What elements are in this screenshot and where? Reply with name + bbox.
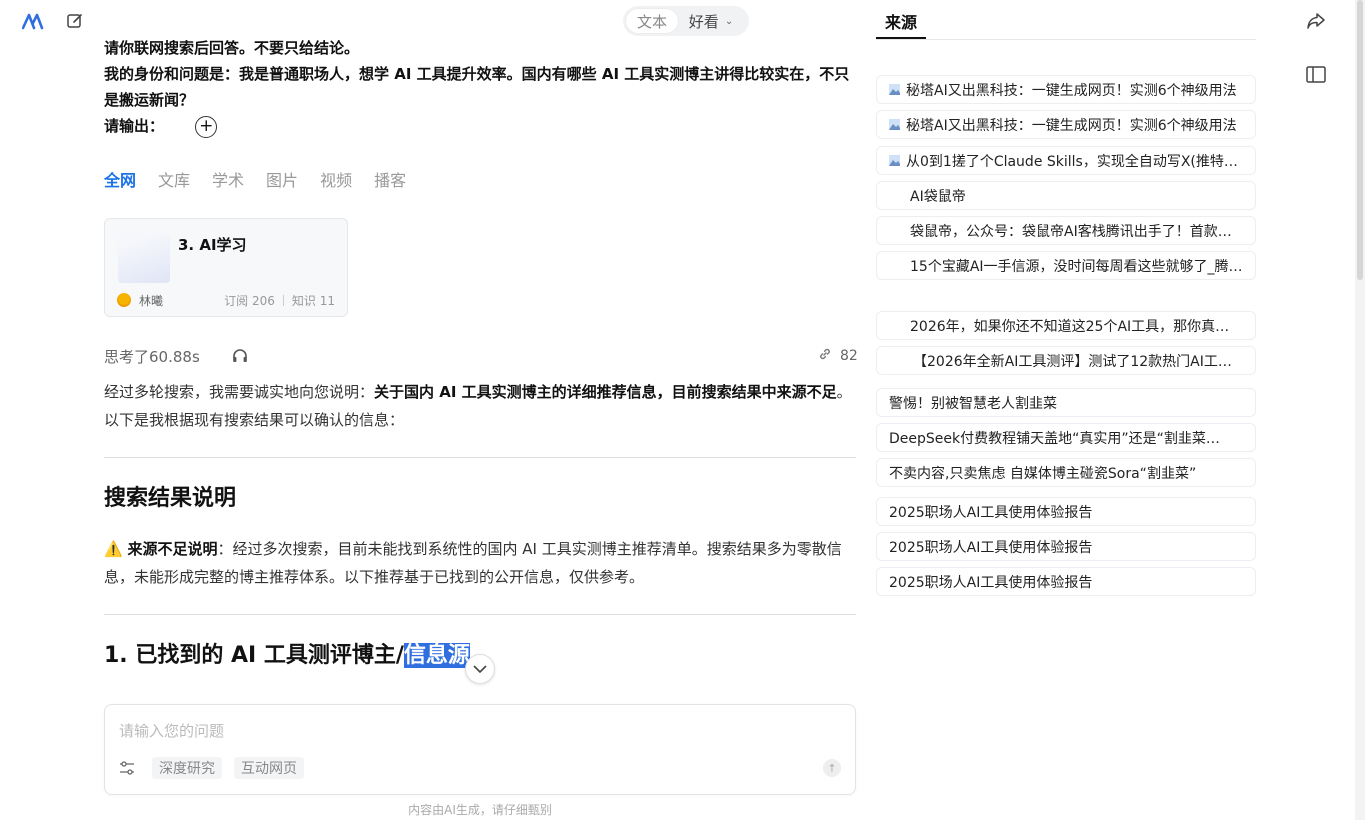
query-line: 我的身份和问题是：我是普通职场人，想学 AI 工具提升效率。国内有哪些 AI 工… <box>104 65 850 109</box>
deep-research-chip[interactable]: 深度研究 <box>152 757 222 779</box>
tab-images[interactable]: 图片 <box>266 167 298 191</box>
source-item[interactable]: 2025职场人AI工具使用体验报告 <box>876 532 1256 561</box>
answer-intro-bold: 关于国内 AI 工具实测博主的详细推荐信息，目前搜索结果中来源不足 <box>374 383 837 401</box>
source-title: 15个宝藏AI一手信源，没时间每周看这些就够了_腾… <box>910 258 1243 275</box>
tab-podcast[interactable]: 播客 <box>374 167 406 191</box>
card-thumbnail <box>118 233 170 283</box>
source-item[interactable]: 15个宝藏AI一手信源，没时间每周看这些就够了_腾… <box>876 251 1256 280</box>
warning-icon: ⚠️ <box>104 540 123 558</box>
scrollbar-thumb[interactable] <box>1357 0 1363 280</box>
tab-academic[interactable]: 学术 <box>212 167 244 191</box>
source-title: AI袋鼠帝 <box>910 188 966 205</box>
source-item[interactable]: 2026年，如果你还不知道这25个AI工具，那你真的… <box>876 311 1256 340</box>
divider <box>282 294 284 306</box>
source-item[interactable]: 秘塔AI又出黑科技：一键生成网页！实测6个神级用法 <box>876 75 1256 104</box>
avatar <box>117 293 131 307</box>
headphones-icon[interactable] <box>231 347 249 365</box>
view-mode-toggle: 文本 好看 ⌄ <box>623 6 749 36</box>
scroll-down-button[interactable] <box>465 654 495 684</box>
app-logo-icon[interactable] <box>21 12 44 30</box>
mountain-icon <box>889 84 900 95</box>
section-heading: 搜索结果说明 <box>104 486 237 511</box>
card-footer: 林曦 订阅 206 知识 11 <box>117 293 335 308</box>
source-title: 秘塔AI又出黑科技：一键生成网页！实测6个神级用法 <box>906 117 1237 134</box>
settings-sliders-icon[interactable] <box>119 760 135 776</box>
sources-title[interactable]: 来源 <box>885 9 917 33</box>
mountain-icon <box>889 119 900 130</box>
source-title: 2025职场人AI工具使用体验报告 <box>889 539 1093 556</box>
card-knowledge-count: 知识 11 <box>291 293 335 308</box>
view-pretty-label: 好看 <box>688 12 719 31</box>
warning-title: 来源不足说明 <box>127 540 218 558</box>
subsection-heading: 1. 已找到的 AI 工具测评博主/信息源 <box>104 637 470 669</box>
source-title: 2026年，如果你还不知道这25个AI工具，那你真的… <box>910 318 1243 335</box>
chevron-down-icon <box>473 665 487 673</box>
sidebar-toggle-icon[interactable] <box>1306 66 1326 83</box>
source-title: 警惕！别被智慧老人割韭菜 <box>889 395 1057 412</box>
divider <box>876 39 1256 40</box>
tab-all-web[interactable]: 全网 <box>104 167 136 191</box>
question-input[interactable] <box>119 719 819 743</box>
warning-note: ⚠️ 来源不足说明：经过多次搜索，目前未能找到系统性的国内 AI 工具实测博主推… <box>104 535 856 591</box>
source-item[interactable]: 从0到1搓了个Claude Skills，实现全自动写X(推特)… <box>876 146 1256 175</box>
divider <box>104 614 856 615</box>
source-item[interactable]: 袋鼠帝，公众号：袋鼠帝AI客栈腾讯出手了！首款… <box>876 216 1256 245</box>
selected-text: 信息源 <box>403 643 470 668</box>
link-icon <box>818 347 832 365</box>
view-text-button[interactable]: 文本 <box>626 9 678 33</box>
source-title: 从0到1搓了个Claude Skills，实现全自动写X(推特)… <box>906 153 1243 170</box>
source-title: 2025职场人AI工具使用体验报告 <box>889 504 1093 521</box>
expand-plus-icon[interactable]: + <box>195 115 218 138</box>
source-title: 不卖内容,只卖焦虑 自媒体博主碰瓷Sora“割韭菜” <box>889 465 1197 482</box>
source-item[interactable]: DeepSeek付费教程铺天盖地“真实用”还是“割韭菜… <box>876 423 1256 452</box>
tab-library[interactable]: 文库 <box>158 167 190 191</box>
query-output-label: 请输出： <box>104 117 165 135</box>
query-line: 请你联网搜索后回答。不要只给结论。 <box>104 39 360 57</box>
subsection-heading-text: 1. 已找到的 AI 工具测评博主/ <box>104 643 404 668</box>
source-item[interactable]: 2025职场人AI工具使用体验报告 <box>876 567 1256 596</box>
source-item[interactable]: 警惕！别被智慧老人割韭菜 <box>876 388 1256 417</box>
source-item[interactable]: 不卖内容,只卖焦虑 自媒体博主碰瓷Sora“割韭菜” <box>876 458 1256 487</box>
query-output-line: 请输出： + <box>104 113 856 139</box>
source-title: 2025职场人AI工具使用体验报告 <box>889 574 1093 591</box>
source-title: 袋鼠帝，公众号：袋鼠帝AI客栈腾讯出手了！首款… <box>910 223 1232 240</box>
answer-intro: 经过多轮搜索，我需要诚实地向您说明：关于国内 AI 工具实测博主的详细推荐信息，… <box>104 378 856 434</box>
source-item[interactable]: AI袋鼠帝 <box>876 181 1256 210</box>
card-subscribers: 订阅 206 <box>224 293 275 308</box>
source-item[interactable]: 【2026年全新AI工具测评】测试了12款热门AI工具… <box>876 346 1256 375</box>
knowledge-card[interactable]: 3. AI学习 林曦 订阅 206 知识 11 <box>104 218 348 317</box>
sources-link-count[interactable]: 82 <box>818 347 858 365</box>
interactive-web-chip[interactable]: 互动网页 <box>234 757 304 779</box>
divider <box>104 457 856 458</box>
card-title: 3. AI学习 <box>178 236 247 254</box>
user-query: 请你联网搜索后回答。不要只给结论。 我的身份和问题是：我是普通职场人，想学 AI… <box>104 35 856 139</box>
chevron-down-icon: ⌄ <box>724 15 734 27</box>
source-item[interactable]: 秘塔AI又出黑科技：一键生成网页！实测6个神级用法 <box>876 110 1256 139</box>
send-arrow-icon[interactable]: ↑ <box>823 759 841 777</box>
question-input-box: 深度研究 互动网页 ↑ <box>104 704 856 795</box>
active-tab-indicator <box>876 37 926 39</box>
mountain-icon <box>889 155 900 166</box>
source-title: 秘塔AI又出黑科技：一键生成网页！实测6个神级用法 <box>906 82 1237 99</box>
new-chat-edit-icon[interactable] <box>66 12 84 30</box>
ai-disclaimer: 内容由AI生成，请仔细甄别 <box>408 803 552 817</box>
share-icon[interactable] <box>1306 11 1326 31</box>
answer-intro-text: 经过多轮搜索，我需要诚实地向您说明： <box>104 383 375 401</box>
source-title: DeepSeek付费教程铺天盖地“真实用”还是“割韭菜… <box>889 430 1220 447</box>
card-author: 林曦 <box>139 293 164 308</box>
search-scope-tabs: 全网 文库 学术 图片 视频 播客 <box>104 167 406 191</box>
think-duration: 思考了60.88s <box>104 348 200 366</box>
link-count: 82 <box>840 348 858 364</box>
view-pretty-button[interactable]: 好看 ⌄ <box>678 9 744 33</box>
source-item[interactable]: 2025职场人AI工具使用体验报告 <box>876 497 1256 526</box>
tab-video[interactable]: 视频 <box>320 167 352 191</box>
source-title: 【2026年全新AI工具测评】测试了12款热门AI工具… <box>913 353 1243 370</box>
